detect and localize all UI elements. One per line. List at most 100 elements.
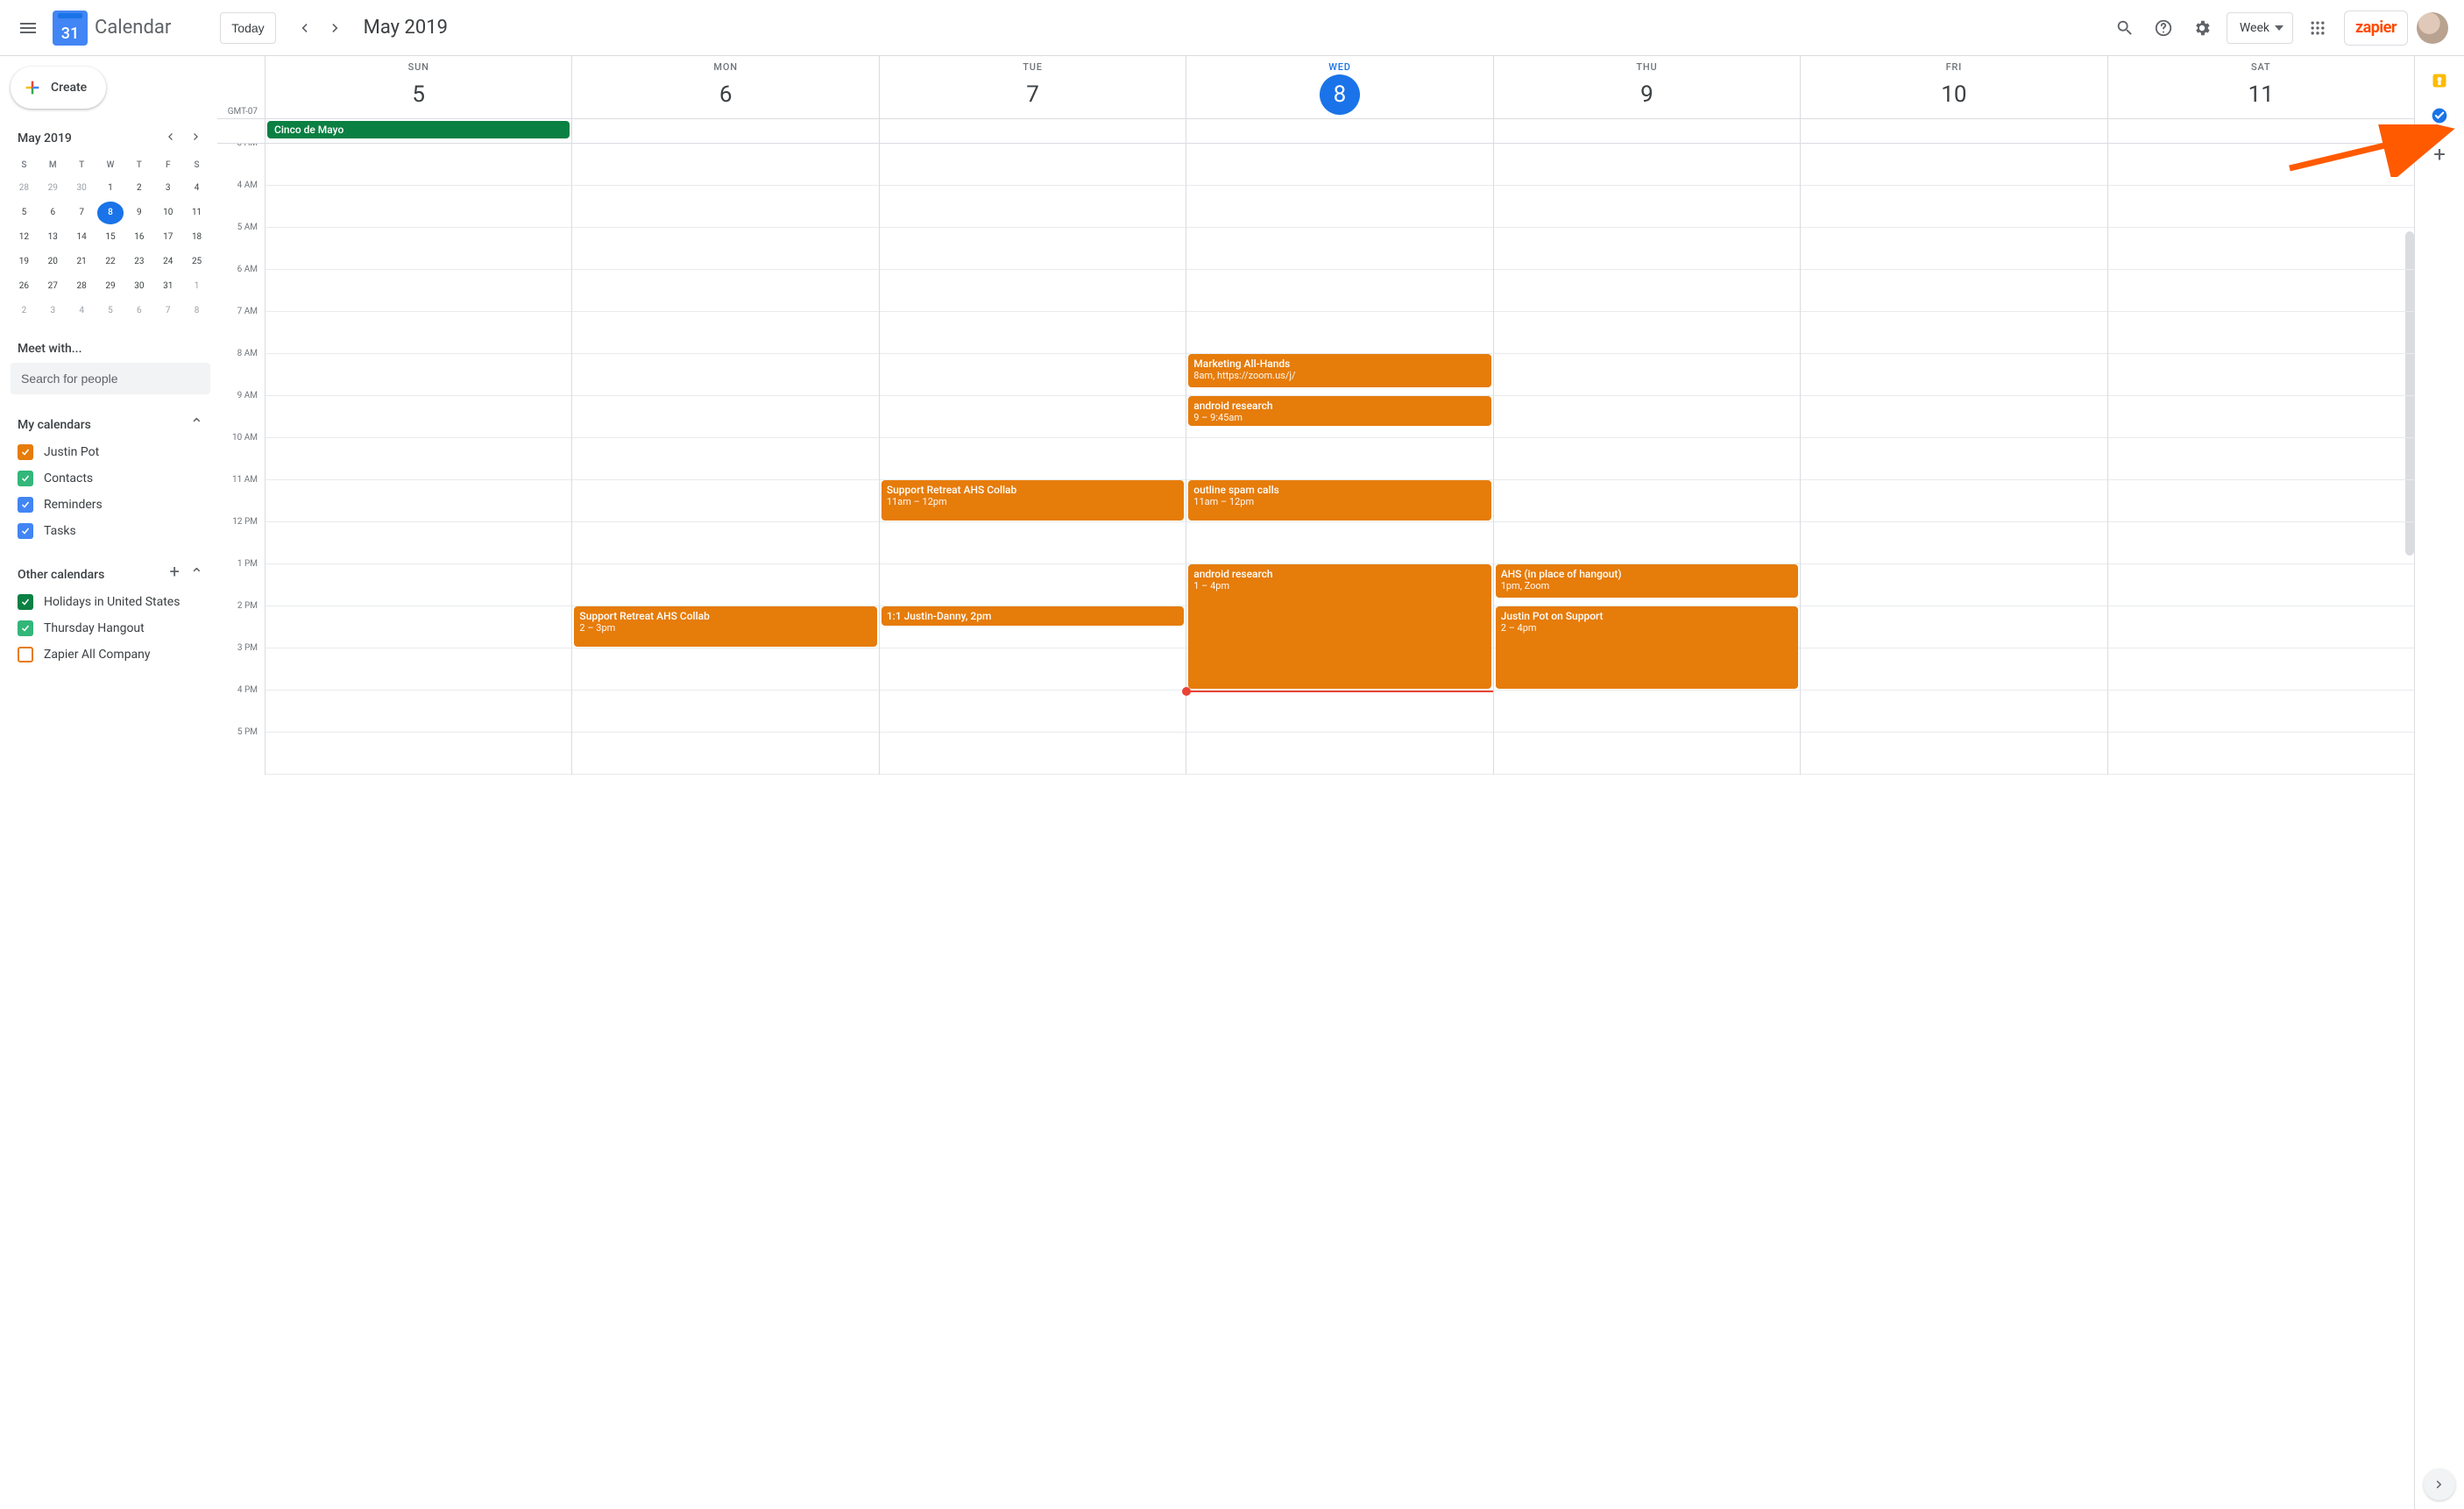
help-button[interactable] <box>2146 11 2181 46</box>
keep-addon[interactable] <box>2431 72 2448 89</box>
mini-day[interactable]: 23 <box>125 251 152 273</box>
mini-day[interactable]: 17 <box>154 226 181 249</box>
allday-cell[interactable] <box>1800 119 2106 143</box>
day-header[interactable]: SUN5 <box>265 56 571 118</box>
calendar-checkbox[interactable] <box>18 497 33 513</box>
account-avatar[interactable] <box>2417 12 2448 44</box>
today-button[interactable]: Today <box>220 12 275 44</box>
mini-day[interactable]: 9 <box>125 202 152 224</box>
mini-day[interactable]: 29 <box>97 275 124 298</box>
day-column[interactable] <box>1800 144 2106 775</box>
mini-day[interactable]: 18 <box>183 226 210 249</box>
calendar-list-item[interactable]: Tasks <box>11 518 210 544</box>
mini-day[interactable]: 1 <box>97 177 124 200</box>
day-column[interactable] <box>265 144 571 775</box>
next-period-button[interactable] <box>322 14 350 42</box>
mini-day[interactable]: 11 <box>183 202 210 224</box>
search-button[interactable] <box>2107 11 2142 46</box>
calendar-event[interactable]: Justin Pot on Support2 – 4pm <box>1496 606 1798 689</box>
mini-day[interactable]: 28 <box>11 177 38 200</box>
mini-day[interactable]: 15 <box>97 226 124 249</box>
mini-day[interactable]: 3 <box>39 300 67 322</box>
mini-day[interactable]: 30 <box>68 177 96 200</box>
search-people-input[interactable] <box>11 363 210 394</box>
mini-day[interactable]: 29 <box>39 177 67 200</box>
calendar-event[interactable]: Support Retreat AHS Collab2 – 3pm <box>574 606 876 647</box>
calendar-list-item[interactable]: Zapier All Company <box>11 641 210 668</box>
create-button[interactable]: Create <box>11 67 106 109</box>
mini-day[interactable]: 31 <box>154 275 181 298</box>
time-grid-scroll[interactable]: 3 AM4 AM5 AM6 AM7 AM8 AM9 AM10 AM11 AM12… <box>217 144 2414 1509</box>
allday-cell[interactable] <box>1186 119 1492 143</box>
day-header[interactable]: WED8 <box>1186 56 1492 118</box>
allday-event[interactable]: Cinco de Mayo <box>267 121 570 138</box>
day-header[interactable]: TUE7 <box>879 56 1186 118</box>
mini-day[interactable]: 16 <box>125 226 152 249</box>
allday-cell[interactable] <box>571 119 878 143</box>
mini-day[interactable]: 1 <box>183 275 210 298</box>
mini-prev-month[interactable] <box>161 128 179 149</box>
settings-button[interactable] <box>2184 11 2220 46</box>
calendar-checkbox[interactable] <box>18 620 33 636</box>
apps-button[interactable] <box>2300 11 2335 46</box>
calendar-event[interactable]: outline spam calls11am – 12pm <box>1188 480 1490 521</box>
mini-day[interactable]: 3 <box>154 177 181 200</box>
allday-cell[interactable] <box>879 119 1186 143</box>
allday-cell[interactable] <box>2107 119 2414 143</box>
calendar-checkbox[interactable] <box>18 471 33 486</box>
prev-period-button[interactable] <box>290 14 318 42</box>
calendar-checkbox[interactable] <box>18 444 33 460</box>
other-calendars-toggle[interactable]: Other calendars + ⌃ <box>11 560 210 589</box>
mini-day[interactable]: 26 <box>11 275 38 298</box>
get-addons[interactable]: + <box>2433 142 2446 166</box>
mini-day[interactable]: 13 <box>39 226 67 249</box>
calendar-event[interactable]: Marketing All-Hands8am, https://zoom.us/… <box>1188 354 1490 387</box>
mini-day[interactable]: 19 <box>11 251 38 273</box>
mini-day[interactable]: 22 <box>97 251 124 273</box>
day-header[interactable]: MON6 <box>571 56 878 118</box>
mini-next-month[interactable] <box>188 128 205 149</box>
day-column[interactable]: Support Retreat AHS Collab2 – 3pm <box>571 144 878 775</box>
mini-day[interactable]: 28 <box>68 275 96 298</box>
calendar-checkbox[interactable] <box>18 647 33 662</box>
mini-day[interactable]: 8 <box>183 300 210 322</box>
calendar-event[interactable]: android research1 – 4pm <box>1188 564 1490 689</box>
day-column[interactable]: Support Retreat AHS Collab11am – 12pm 1:1… <box>879 144 1186 775</box>
allday-cell[interactable]: Cinco de Mayo <box>265 119 571 143</box>
calendar-list-item[interactable]: Justin Pot <box>11 439 210 465</box>
mini-day[interactable]: 5 <box>11 202 38 224</box>
mini-day[interactable]: 10 <box>154 202 181 224</box>
add-other-calendar[interactable]: + <box>170 565 180 584</box>
mini-day[interactable]: 4 <box>68 300 96 322</box>
mini-day[interactable]: 6 <box>39 202 67 224</box>
mini-day[interactable]: 14 <box>68 226 96 249</box>
day-header[interactable]: SAT11 <box>2107 56 2414 118</box>
mini-day[interactable]: 7 <box>68 202 96 224</box>
calendar-checkbox[interactable] <box>18 523 33 539</box>
mini-day[interactable]: 5 <box>97 300 124 322</box>
calendar-event[interactable]: AHS (in place of hangout)1pm, Zoom <box>1496 564 1798 598</box>
day-header[interactable]: FRI10 <box>1800 56 2106 118</box>
mini-day[interactable]: 20 <box>39 251 67 273</box>
mini-day[interactable]: 4 <box>183 177 210 200</box>
calendar-event[interactable]: Support Retreat AHS Collab11am – 12pm <box>882 480 1184 521</box>
zapier-extension-button[interactable]: zapier <box>2344 11 2408 46</box>
mini-day[interactable]: 2 <box>11 300 38 322</box>
calendar-list-item[interactable]: Thursday Hangout <box>11 615 210 641</box>
calendar-list-item[interactable]: Reminders <box>11 492 210 518</box>
day-header[interactable]: THU9 <box>1493 56 1800 118</box>
menu-button[interactable] <box>7 7 49 49</box>
mini-day[interactable]: 24 <box>154 251 181 273</box>
calendar-checkbox[interactable] <box>18 594 33 610</box>
app-logo[interactable]: 31 Calendar <box>53 11 171 46</box>
allday-cell[interactable] <box>1493 119 1800 143</box>
view-switcher[interactable]: Week <box>2227 12 2293 44</box>
calendar-event[interactable]: 1:1 Justin-Danny, 2pm <box>882 606 1184 626</box>
day-column[interactable]: Marketing All-Hands8am, https://zoom.us/… <box>1186 144 1492 775</box>
day-column[interactable] <box>2107 144 2414 775</box>
my-calendars-toggle[interactable]: My calendars ⌃ <box>11 410 210 439</box>
calendar-list-item[interactable]: Contacts <box>11 465 210 492</box>
mini-day[interactable]: 21 <box>68 251 96 273</box>
collapse-panel[interactable] <box>2424 1469 2455 1500</box>
tasks-addon[interactable] <box>2431 107 2448 124</box>
